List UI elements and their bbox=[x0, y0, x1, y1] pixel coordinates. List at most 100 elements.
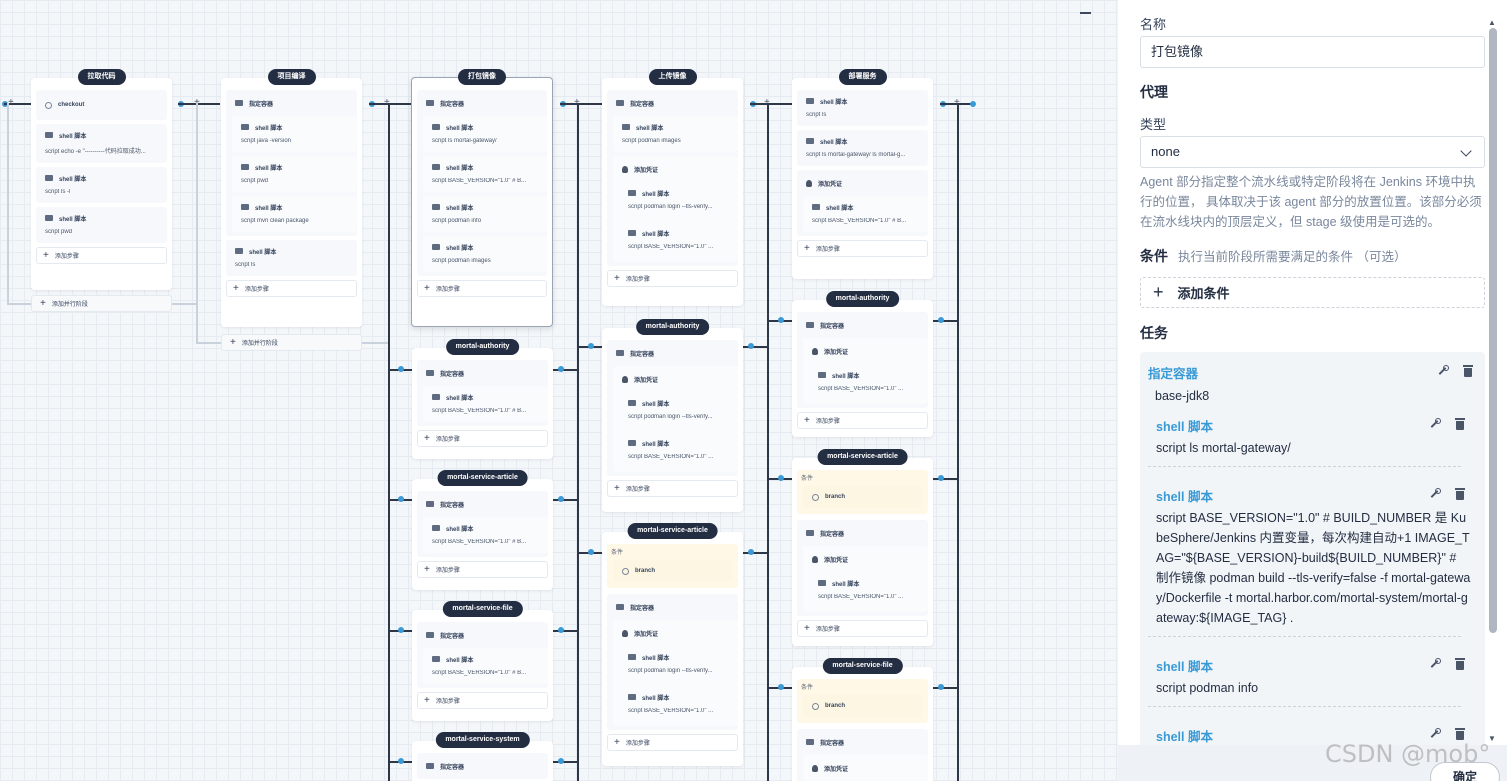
add-stage-icon[interactable]: + bbox=[8, 98, 14, 108]
condition-box[interactable]: 条件 branch bbox=[607, 544, 738, 588]
step-item[interactable]: shell 脚本 script podman images bbox=[423, 236, 547, 272]
stage-title[interactable]: mortal-service-file bbox=[442, 601, 523, 617]
step-item[interactable]: 添加凭证 shell 脚本 script podman login --tls-v… bbox=[613, 620, 738, 726]
branch-condition[interactable]: branch bbox=[803, 486, 922, 508]
parallel-stage-card[interactable]: mortal-service-article 条件 branch 指定容器 添加… bbox=[602, 523, 743, 766]
add-step-button[interactable]: + 添加步骤 bbox=[417, 430, 548, 447]
step-item[interactable]: 指定容器 shell 脚本 script BASE_VERSION="1.0" #… bbox=[417, 491, 548, 557]
shell-task-title[interactable]: shell 脚本 bbox=[1156, 726, 1213, 745]
step-item[interactable]: shell 脚本 script java -version bbox=[232, 116, 357, 152]
step-item[interactable]: shell 脚本 script echo -e "----------代码拉取成功… bbox=[36, 124, 167, 163]
shell-task-title[interactable]: shell 脚本 bbox=[1156, 486, 1213, 505]
step-item[interactable]: 指定容器 添加凭证 shell 脚本 script podman login --… bbox=[607, 594, 738, 730]
parallel-stage-card[interactable]: mortal-service-file 条件 branch 指定容器 添加凭证 bbox=[792, 658, 933, 781]
step-item[interactable]: shell 脚本 script BASE_VERSION="1.0" # B... bbox=[423, 648, 548, 684]
parallel-stage-card[interactable]: mortal-authority 指定容器 shell 脚本 script BAS… bbox=[412, 339, 553, 459]
add-step-button[interactable]: + 添加步骤 bbox=[417, 280, 547, 297]
add-step-button[interactable]: + 添加步骤 bbox=[607, 480, 738, 497]
parallel-stage-card[interactable]: mortal-service-article 条件 branch 指定容器 添加… bbox=[792, 449, 933, 646]
delete-icon[interactable] bbox=[1454, 488, 1466, 500]
step-item[interactable]: checkout bbox=[36, 90, 167, 120]
step-item[interactable]: shell 脚本 script ls mortal-gateway/ bbox=[423, 116, 547, 152]
step-item[interactable]: 指定容器 添加凭证 bbox=[797, 729, 928, 781]
step-item[interactable]: shell 脚本 script pwd bbox=[36, 207, 167, 243]
delete-icon[interactable] bbox=[1454, 658, 1466, 670]
step-item[interactable]: shell 脚本 script BASE_VERSION="1.0" # B... bbox=[423, 517, 548, 553]
stage-card[interactable]: 部署服务 shell 脚本 script ls shell 脚本 script ls… bbox=[792, 69, 933, 279]
edit-icon[interactable] bbox=[1436, 365, 1449, 377]
add-step-button[interactable]: + 添加步骤 bbox=[417, 561, 548, 578]
delete-icon[interactable] bbox=[1454, 418, 1466, 430]
stage-title[interactable]: mortal-service-article bbox=[627, 523, 718, 539]
step-item[interactable]: 指定容器 添加凭证 shell 脚本 script BASE_VERSION="1… bbox=[797, 520, 928, 616]
step-item[interactable]: 指定容器 shell 脚本 script BASE_VERSION="1.0" #… bbox=[417, 622, 548, 688]
edit-icon[interactable] bbox=[1428, 658, 1441, 670]
step-item[interactable]: shell 脚本 script BASE_VERSION="1.0" # B... bbox=[803, 196, 928, 232]
step-item[interactable]: 添加凭证 shell 脚本 script BASE_VERSION="1.0" .… bbox=[803, 546, 928, 612]
add-step-button[interactable]: + 添加步骤 bbox=[417, 692, 548, 709]
stage-title[interactable]: 上传镜像 bbox=[648, 69, 697, 85]
step-item[interactable]: shell 脚本 script podman images bbox=[613, 116, 738, 152]
add-step-button[interactable]: + 添加步骤 bbox=[797, 240, 928, 257]
collapse-icon[interactable] bbox=[1080, 6, 1092, 16]
step-item[interactable]: shell 脚本 script BASE_VERSION="1.0" ... bbox=[619, 432, 738, 468]
step-item[interactable]: shell 脚本 script podman login --tls-verify… bbox=[619, 182, 738, 218]
parallel-stage-card[interactable]: mortal-authority 指定容器 添加凭证 shell 脚本 scrip… bbox=[792, 291, 933, 437]
step-item[interactable]: shell 脚本 script ls bbox=[797, 90, 928, 126]
add-step-button[interactable]: + 添加步骤 bbox=[797, 620, 928, 637]
shell-task-title[interactable]: shell 脚本 bbox=[1156, 656, 1213, 675]
add-step-button[interactable]: + 添加步骤 bbox=[36, 247, 167, 264]
step-item[interactable]: 指定容器 添加凭证 shell 脚本 script podman login --… bbox=[607, 340, 738, 476]
condition-box[interactable]: 条件 branch bbox=[797, 679, 928, 723]
panel-scrollbar[interactable] bbox=[1489, 28, 1497, 633]
stage-title[interactable]: mortal-service-system bbox=[435, 732, 530, 748]
stage-title[interactable]: 拉取代码 bbox=[77, 69, 126, 85]
step-item[interactable]: shell 脚本 script BASE_VERSION="1.0" ... bbox=[619, 686, 738, 722]
step-item[interactable]: shell 脚本 script BASE_VERSION="1.0" # B... bbox=[423, 156, 547, 192]
step-item[interactable]: 指定容器 shell 脚本 script java -version shell … bbox=[226, 90, 357, 236]
step-item[interactable]: 添加凭证 bbox=[803, 755, 928, 781]
stage-card[interactable]: 上传镜像 指定容器 shell 脚本 script podman images 添… bbox=[602, 69, 743, 306]
stage-card-selected[interactable]: 打包镜像 指定容器 shell 脚本 script ls mortal-gatew… bbox=[411, 69, 553, 327]
branch-condition[interactable]: branch bbox=[613, 560, 732, 582]
step-item[interactable]: 指定容器 shell 脚本 script BASE_VERSION="1.0" #… bbox=[417, 360, 548, 426]
stage-card[interactable]: 项目编译 指定容器 shell 脚本 script java -version s… bbox=[221, 69, 362, 327]
step-item[interactable]: 指定容器 shell 脚本 script podman images 添加凭证 s… bbox=[607, 90, 738, 266]
parallel-stage-card[interactable]: mortal-service-file 指定容器 shell 脚本 script … bbox=[412, 601, 553, 721]
parallel-stage-card[interactable]: mortal-service-system 指定容器 bbox=[412, 732, 553, 781]
step-item[interactable]: shell 脚本 script BASE_VERSION="1.0" ... bbox=[619, 222, 738, 258]
delete-icon[interactable] bbox=[1454, 728, 1466, 740]
step-item[interactable]: 添加凭证 shell 脚本 script podman login --tls-v… bbox=[613, 366, 738, 472]
shell-task-title[interactable]: shell 脚本 bbox=[1156, 416, 1213, 435]
step-item[interactable]: shell 脚本 script mvn clean package bbox=[232, 196, 357, 232]
step-item[interactable]: shell 脚本 script ls mortal-gateway/ ls mor… bbox=[797, 130, 928, 166]
stage-title[interactable]: mortal-authority bbox=[635, 319, 710, 335]
step-item[interactable]: shell 脚本 script ls bbox=[226, 240, 357, 276]
stage-card[interactable]: 拉取代码 checkout shell 脚本 script echo -e "--… bbox=[31, 69, 172, 290]
name-input[interactable]: 打包镜像 bbox=[1140, 36, 1485, 68]
add-step-button[interactable]: + 添加步骤 bbox=[226, 280, 357, 297]
branch-condition[interactable]: branch bbox=[803, 695, 922, 717]
add-parallel-stage-button[interactable]: + 添加并行阶段 bbox=[221, 334, 362, 351]
step-item[interactable]: shell 脚本 script BASE_VERSION="1.0" ... bbox=[809, 572, 928, 608]
edit-icon[interactable] bbox=[1428, 418, 1441, 430]
stage-title[interactable]: mortal-service-article bbox=[817, 449, 908, 465]
step-item[interactable]: 添加凭证 shell 脚本 script BASE_VERSION="1.0" #… bbox=[797, 170, 928, 236]
step-item[interactable]: shell 脚本 script podman login --tls-verify… bbox=[619, 392, 738, 428]
type-select[interactable]: none bbox=[1140, 136, 1485, 168]
add-step-button[interactable]: + 添加步骤 bbox=[797, 412, 928, 429]
add-step-button[interactable]: + 添加步骤 bbox=[607, 270, 738, 287]
parallel-stage-card[interactable]: mortal-authority 指定容器 添加凭证 shell 脚本 scrip… bbox=[602, 319, 743, 512]
pipeline-canvas[interactable]: + + + + + + bbox=[0, 0, 1118, 781]
add-condition-button[interactable]: + 添加条件 bbox=[1140, 277, 1485, 308]
step-item[interactable]: 添加凭证 shell 脚本 script podman login --tls-v… bbox=[613, 156, 738, 262]
step-item[interactable]: shell 脚本 script pwd bbox=[232, 156, 357, 192]
step-item[interactable]: shell 脚本 script podman login --tls-verify… bbox=[619, 646, 738, 682]
step-item[interactable]: 指定容器 添加凭证 shell 脚本 script BASE_VERSION="1… bbox=[797, 312, 928, 408]
stage-title[interactable]: mortal-authority bbox=[445, 339, 520, 355]
stage-title[interactable]: mortal-service-file bbox=[822, 658, 903, 674]
parallel-stage-card[interactable]: mortal-service-article 指定容器 shell 脚本 scri… bbox=[412, 470, 553, 590]
add-step-button[interactable]: + 添加步骤 bbox=[607, 734, 738, 751]
step-item[interactable]: shell 脚本 script ls -l bbox=[36, 167, 167, 203]
stage-title[interactable]: 打包镜像 bbox=[458, 69, 506, 85]
